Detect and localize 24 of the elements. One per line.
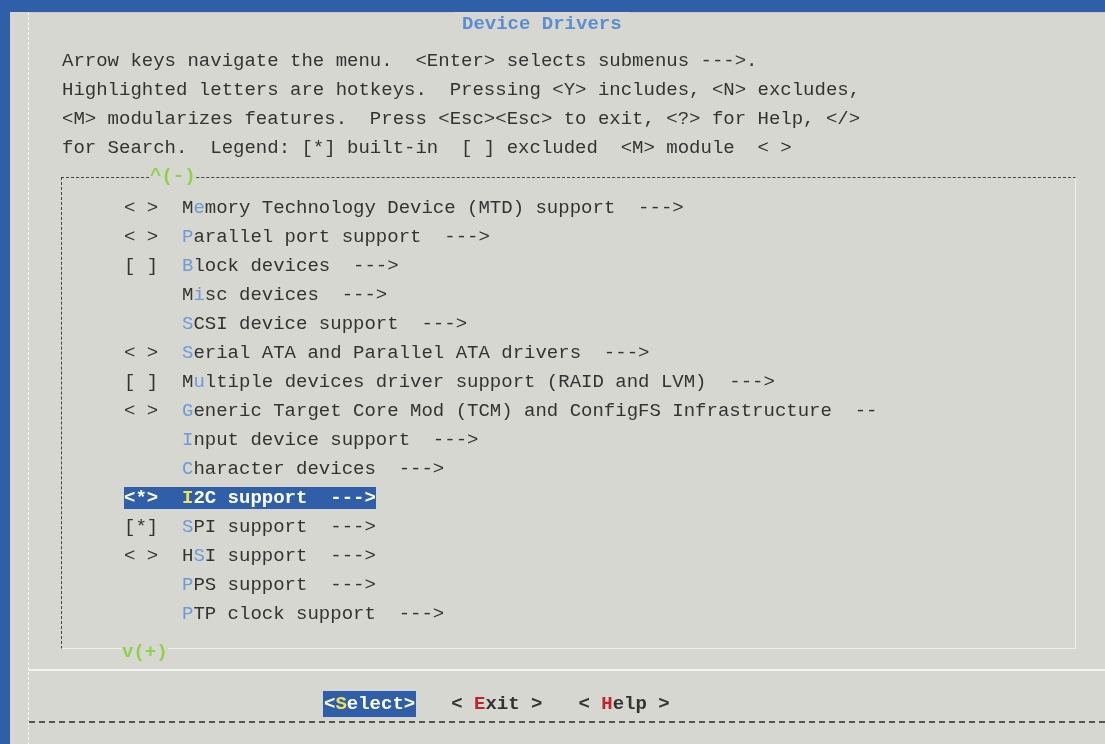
scroll-down-indicator: v(+) bbox=[122, 642, 168, 662]
menu-item[interactable]: < > Parallel port support ---> bbox=[124, 225, 490, 248]
menu-item[interactable]: [ ] Multiple devices driver support (RAID and LVM) ---> bbox=[124, 370, 775, 393]
menu-item[interactable]: < > Generic Target Core Mod (TCM) and ConfigFS Infrastructure -- bbox=[124, 399, 878, 422]
menu-item[interactable]: < > Memory Technology Device (MTD) support ---> bbox=[124, 196, 684, 219]
scroll-up-indicator: ^(-) bbox=[150, 166, 196, 186]
help-text-line: Highlighted letters are hotkeys. Pressing <Y> includes, <N> excludes, bbox=[62, 78, 862, 103]
menu-item[interactable]: Misc devices ---> bbox=[124, 283, 388, 306]
dialog-button[interactable]: < Help > bbox=[577, 691, 671, 717]
menu-item[interactable]: PTP clock support ---> bbox=[124, 602, 445, 625]
dialog-button[interactable]: < Exit > bbox=[450, 691, 544, 717]
dialog-button[interactable]: <Select> bbox=[323, 691, 417, 717]
menu-item[interactable]: <*> I2C support ---> bbox=[124, 486, 376, 509]
menu-item[interactable]: < > HSI support ---> bbox=[124, 544, 376, 567]
help-text-line: <M> modularizes features. Press <Esc><Esc> to exit, <?> for Help, </> bbox=[62, 107, 862, 132]
menu-item[interactable]: Input device support ---> bbox=[124, 428, 479, 451]
menu-item[interactable]: [ ] Block devices ---> bbox=[124, 254, 399, 277]
menu-item[interactable]: < > Serial ATA and Parallel ATA drivers ---> bbox=[124, 341, 650, 364]
menu-item[interactable]: [*] SPI support ---> bbox=[124, 515, 376, 538]
menu-item[interactable]: Character devices ---> bbox=[124, 457, 445, 480]
help-text-line: Arrow keys navigate the menu. <Enter> selects submenus --->. bbox=[62, 49, 759, 74]
menu-item[interactable]: SCSI device support ---> bbox=[124, 312, 468, 335]
help-text-line: for Search. Legend: [*] built-in [ ] excluded <M> module < > bbox=[62, 136, 793, 161]
menu-item[interactable]: PPS support ---> bbox=[124, 573, 376, 596]
